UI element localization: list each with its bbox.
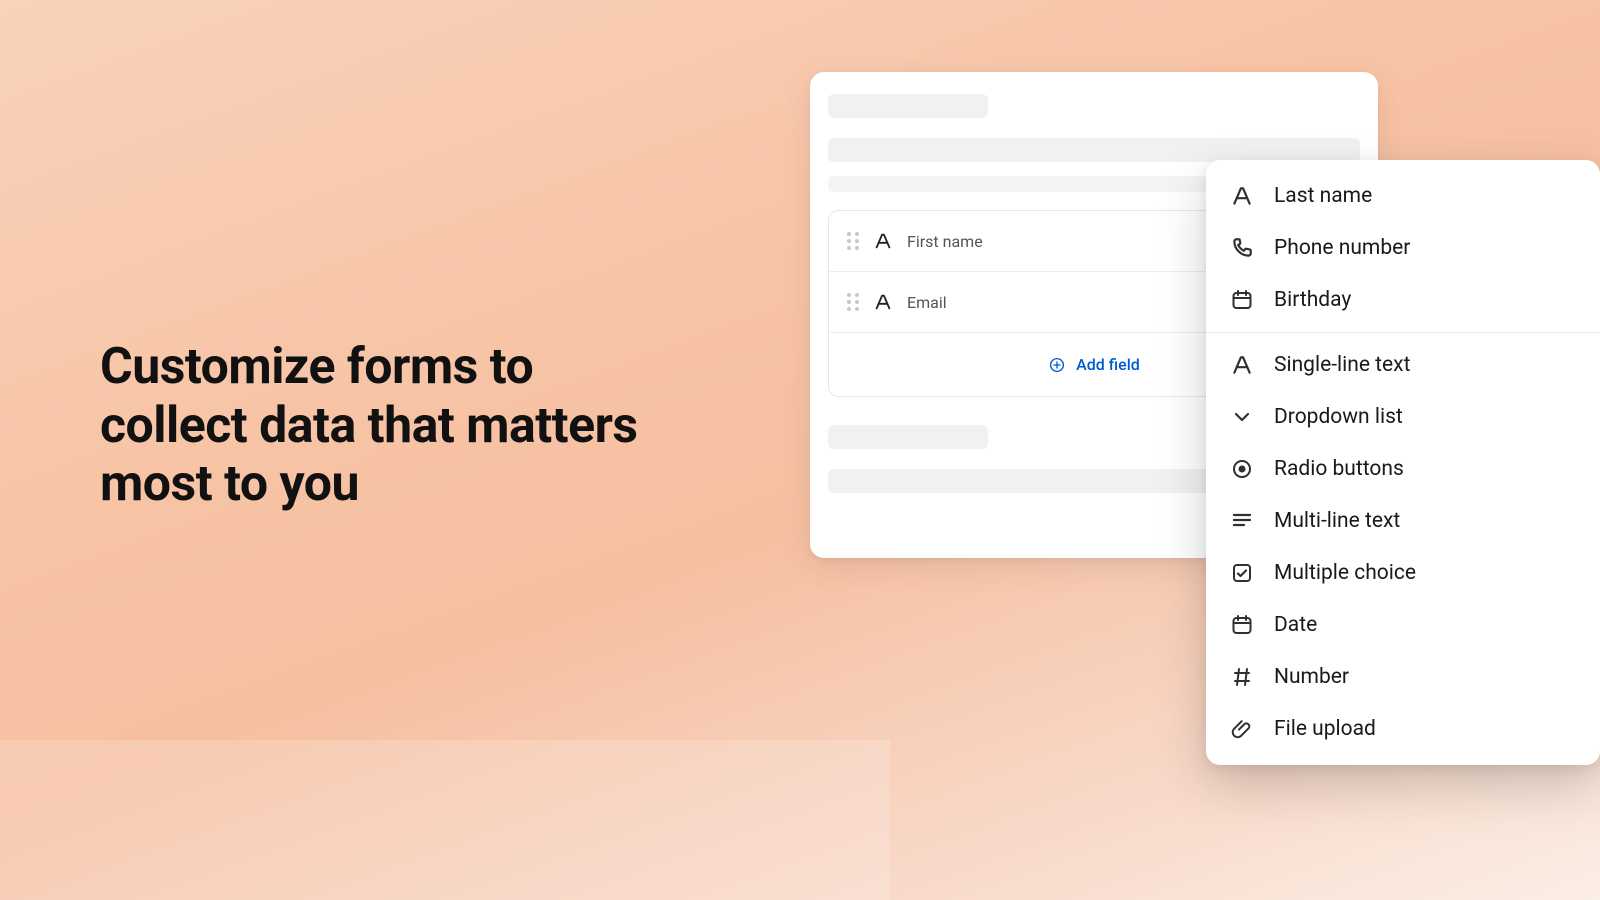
menu-item-label: Radio buttons [1274, 457, 1404, 481]
phone-icon [1230, 236, 1254, 260]
calendar-icon [1230, 288, 1254, 312]
menu-item-label: Phone number [1274, 236, 1410, 260]
placeholder-section-title [828, 425, 988, 449]
field-option-radio-buttons[interactable]: Radio buttons [1206, 443, 1600, 495]
field-option-multi-line-text[interactable]: Multi-line text [1206, 495, 1600, 547]
text-icon [873, 292, 893, 312]
checkbox-icon [1230, 561, 1254, 585]
menu-item-label: Birthday [1274, 288, 1351, 312]
plus-circle-icon [1048, 356, 1066, 374]
radio-icon [1230, 457, 1254, 481]
background-accent-block [0, 740, 890, 900]
drag-handle-icon[interactable] [847, 232, 859, 250]
menu-item-label: Last name [1274, 184, 1372, 208]
field-option-last-name[interactable]: Last name [1206, 170, 1600, 222]
text-icon [1230, 353, 1254, 377]
field-option-single-line-text[interactable]: Single-line text [1206, 339, 1600, 391]
placeholder-section-title [828, 94, 988, 118]
menu-item-label: Multiple choice [1274, 561, 1416, 585]
menu-item-label: Number [1274, 665, 1349, 689]
field-label: First name [907, 232, 983, 251]
menu-item-label: Multi-line text [1274, 509, 1400, 533]
add-field-label: Add field [1076, 355, 1140, 374]
attachment-icon [1230, 717, 1254, 741]
field-type-popover: Last name Phone number Birthday Single-l… [1206, 160, 1600, 765]
menu-item-label: Dropdown list [1274, 405, 1403, 429]
menu-item-label: File upload [1274, 717, 1376, 741]
hash-icon [1230, 665, 1254, 689]
field-option-birthday[interactable]: Birthday [1206, 274, 1600, 326]
field-option-dropdown-list[interactable]: Dropdown list [1206, 391, 1600, 443]
field-option-number[interactable]: Number [1206, 651, 1600, 703]
field-option-multiple-choice[interactable]: Multiple choice [1206, 547, 1600, 599]
menu-divider [1206, 332, 1600, 333]
text-icon [873, 231, 893, 251]
menu-item-label: Date [1274, 613, 1317, 637]
text-icon [1230, 184, 1254, 208]
drag-handle-icon[interactable] [847, 293, 859, 311]
chevron-down-icon [1230, 405, 1254, 429]
field-option-file-upload[interactable]: File upload [1206, 703, 1600, 755]
field-label: Email [907, 293, 947, 312]
multiline-icon [1230, 509, 1254, 533]
field-option-phone-number[interactable]: Phone number [1206, 222, 1600, 274]
field-option-date[interactable]: Date [1206, 599, 1600, 651]
placeholder-line [828, 138, 1360, 162]
menu-item-label: Single-line text [1274, 353, 1410, 377]
marketing-headline: Customize forms to collect data that mat… [100, 338, 660, 514]
calendar-icon [1230, 613, 1254, 637]
